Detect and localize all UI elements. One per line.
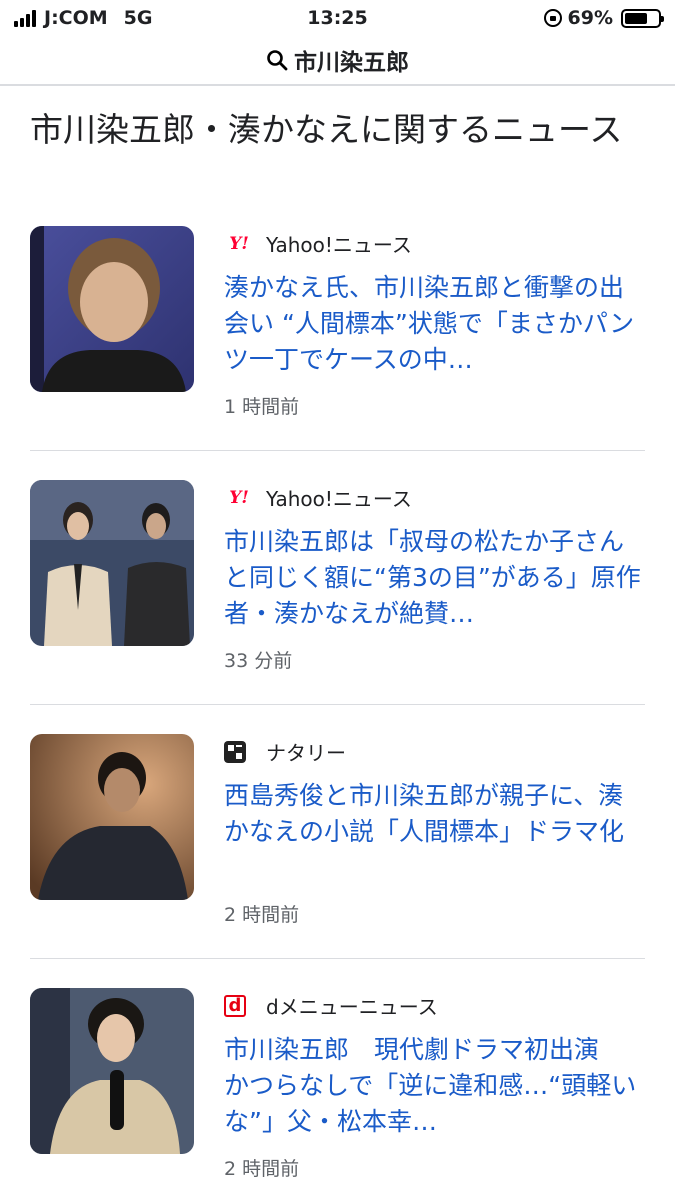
orientation-lock-icon [543, 9, 562, 27]
yahoo-logo-icon: Y! [229, 233, 249, 254]
news-source: ナタリー [224, 737, 346, 766]
battery-percent: 69% [567, 7, 613, 29]
news-headline[interactable]: 湊かなえ氏、市川染五郎と衝撃の出会い “人間標本”状態で「まさかパンツ一丁でケー… [224, 270, 644, 378]
news-item[interactable]: Y! Yahoo!ニュース 市川染五郎は「叔母の松たか子さんと同じく額に“第3の… [0, 480, 675, 734]
news-thumbnail[interactable] [30, 226, 194, 392]
natalie-logo-icon [224, 740, 246, 763]
news-thumbnail[interactable] [30, 988, 194, 1154]
news-time: 2 時間前 [224, 904, 300, 926]
news-source-label: dメニューニュース [266, 995, 438, 1019]
news-time: 1 時間前 [224, 396, 300, 418]
header-divider [0, 84, 675, 86]
battery-icon [621, 8, 664, 28]
news-source: Y! Yahoo!ニュース [224, 483, 412, 512]
news-source-label: Yahoo!ニュース [266, 233, 412, 257]
news-headline[interactable]: 市川染五郎は「叔母の松たか子さんと同じく額に“第3の目”がある」原作者・湊かなえ… [224, 524, 644, 632]
status-bar: J:COM 5G 13:25 69% [0, 0, 675, 38]
news-item[interactable]: Y! Yahoo!ニュース 湊かなえ氏、市川染五郎と衝撃の出会い “人間標本”状… [0, 226, 675, 480]
news-item[interactable]: d dメニューニュース 市川染五郎 現代劇ドラマ初出演 かつらなしで「逆に違和感… [0, 988, 675, 1200]
news-thumbnail[interactable] [30, 734, 194, 900]
search-query[interactable]: 市川染五郎 [294, 43, 409, 77]
section-title: 市川染五郎・湊かなえに関するニュース [30, 110, 623, 149]
list-divider [30, 958, 645, 959]
search-icon [266, 49, 288, 71]
list-divider [30, 704, 645, 705]
yahoo-logo-icon: Y! [229, 487, 249, 508]
battery-fill [625, 12, 648, 24]
news-item[interactable]: ナタリー 西島秀俊と市川染五郎が親子に、湊かなえの小説「人間標本」ドラマ化 2 … [0, 734, 675, 988]
news-source-label: Yahoo!ニュース [266, 487, 412, 511]
news-headline[interactable]: 西島秀俊と市川染五郎が親子に、湊かなえの小説「人間標本」ドラマ化 [224, 778, 644, 850]
news-time: 33 分前 [224, 650, 293, 672]
news-list: Y! Yahoo!ニュース 湊かなえ氏、市川染五郎と衝撃の出会い “人間標本”状… [0, 226, 675, 1200]
search-header[interactable]: 市川染五郎 [0, 36, 675, 84]
news-source: Y! Yahoo!ニュース [224, 229, 412, 258]
news-source: d dメニューニュース [224, 991, 438, 1020]
status-right: 69% [543, 7, 664, 29]
list-divider [30, 450, 645, 451]
news-time: 2 時間前 [224, 1158, 300, 1180]
news-headline[interactable]: 市川染五郎 現代劇ドラマ初出演 かつらなしで「逆に違和感…“頭軽いな”」父・松本… [224, 1032, 644, 1140]
dmenu-logo-icon: d [224, 994, 246, 1017]
news-source-label: ナタリー [266, 741, 346, 765]
news-thumbnail[interactable] [30, 480, 194, 646]
